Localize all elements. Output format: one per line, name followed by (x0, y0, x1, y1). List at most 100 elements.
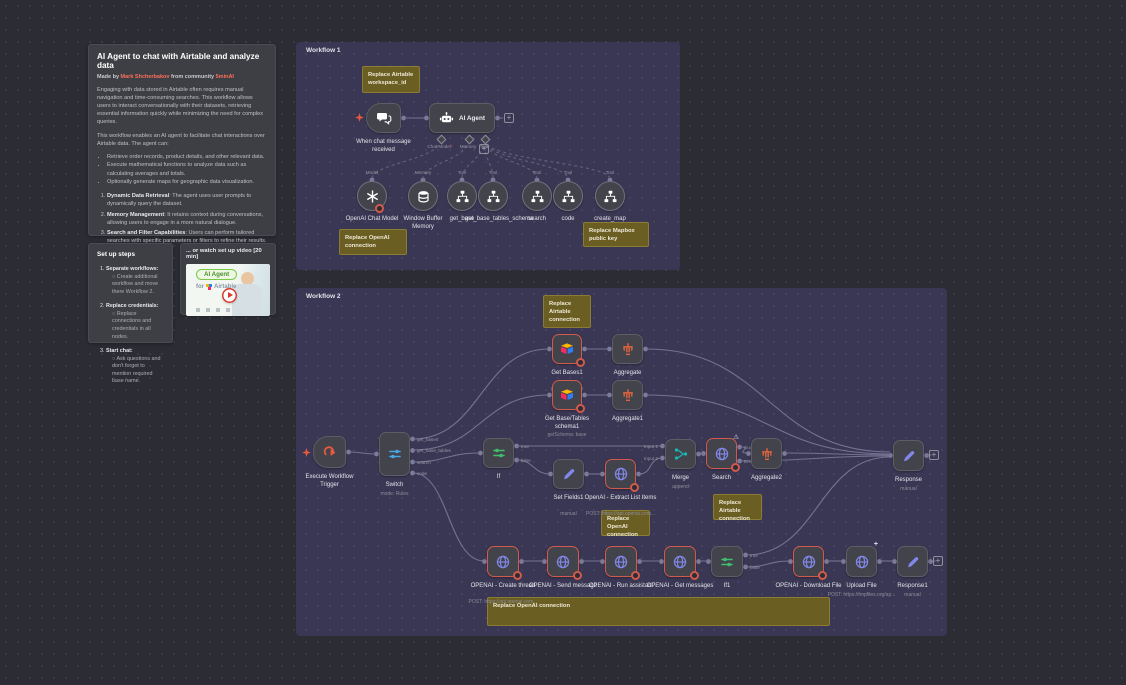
node-get-bases1[interactable] (552, 334, 582, 364)
input-port-label: Input 2 (598, 456, 658, 461)
setup-title: Set up steps (97, 251, 164, 258)
note-paragraph: This workflow enables an AI agent to fac… (97, 132, 267, 148)
port-label: Model (350, 170, 394, 175)
node-search[interactable] (522, 181, 552, 211)
tool-icon (486, 189, 501, 204)
output-port-label: get_bases (417, 437, 477, 442)
description-note[interactable]: AI Agent to chat with Airtable and analy… (88, 44, 276, 236)
globe-icon (854, 554, 870, 570)
numbered-item: Dynamic Data Retrieval: The agent uses u… (107, 192, 267, 208)
node-response1[interactable] (897, 546, 928, 577)
node-subtitle: mode: Rules (350, 491, 440, 497)
node-if[interactable] (483, 438, 514, 468)
node-openai-extract-list-items[interactable] (605, 459, 636, 489)
node-create-map[interactable] (595, 181, 625, 211)
node-get-base[interactable] (447, 181, 477, 211)
tool-icon (455, 189, 470, 204)
merge-icon (673, 446, 689, 462)
node-openai-run-assistant[interactable] (605, 546, 637, 577)
bullet-item: Execute mathematical functions to analyz… (107, 161, 267, 178)
warning-badge: ⚠ (733, 433, 739, 441)
airtable-icon (559, 341, 575, 357)
person-image (232, 284, 262, 316)
setup-steps-note[interactable]: Set up steps Separate workflows:○ Create… (88, 243, 173, 343)
if-icon (491, 445, 507, 461)
node-chat-trigger[interactable] (366, 103, 401, 133)
play-button-icon[interactable] (222, 288, 237, 303)
pencil-icon (561, 466, 577, 482)
node-get-base-tables-schema1[interactable] (552, 380, 582, 410)
node-openai-create-thread[interactable] (487, 546, 519, 577)
port-label: Tool (471, 170, 515, 175)
globe-icon (714, 446, 730, 462)
node-aggregate[interactable] (612, 334, 643, 364)
note-numbered-list: Dynamic Data Retrieval: The agent uses u… (97, 192, 267, 245)
node-label: OpenAI Chat Model (344, 216, 400, 224)
node-set-fields1[interactable] (553, 459, 584, 489)
bullet-item: Retrieve order records, product details,… (107, 153, 267, 161)
node-ai-agent[interactable]: AI Agent (429, 103, 495, 133)
node-upload-file[interactable]: + (846, 546, 877, 577)
node-if1[interactable] (711, 546, 743, 577)
node-openai-send-message[interactable] (547, 546, 579, 577)
add-tool-button[interactable]: + (479, 144, 489, 154)
tool-icon (561, 189, 576, 204)
issue-badge (573, 571, 582, 580)
add-node-button[interactable]: + (929, 450, 939, 460)
node-get-base-tables-schema[interactable] (478, 181, 508, 211)
node-label: get_base_tables_schema (465, 216, 521, 224)
sticky-note[interactable]: Replace Mapbox public key (583, 222, 649, 247)
node-label: Aggregate1 (600, 416, 656, 424)
sticky-note[interactable]: Replace Airtable workspace_id (362, 66, 420, 93)
sticky-note[interactable]: Replace Airtable connection (713, 494, 762, 520)
node-switch[interactable] (379, 432, 410, 476)
node-label: Get Base/Tables schema1 (538, 416, 596, 431)
workflow-canvas[interactable]: AI Agent to chat with Airtable and analy… (0, 0, 1126, 685)
add-node-button[interactable]: + (933, 556, 943, 566)
byline-prefix: Made by (97, 74, 121, 80)
issue-badge (513, 571, 522, 580)
node-label: Switch (367, 482, 423, 490)
video-thumbnail[interactable]: AI Agent for Airtable (186, 264, 270, 316)
node-execute-workflow-trigger[interactable] (313, 436, 346, 468)
node-aggregate2[interactable] (751, 438, 782, 469)
node-label: code (548, 216, 588, 224)
node-search[interactable]: ⚠ (706, 438, 737, 469)
video-note-title: ... or watch set up video [20 min] (186, 248, 270, 260)
note-title: AI Agent to chat with Airtable and analy… (97, 52, 267, 70)
sticky-note[interactable]: Replace Airtable connection (543, 295, 591, 328)
globe-icon (495, 554, 511, 570)
airtable-logo-icon (206, 284, 212, 290)
bullet-item: Optionally generate maps for geographic … (107, 178, 267, 186)
tool-icon (530, 189, 545, 204)
node-aggregate1[interactable] (612, 380, 643, 410)
video-note[interactable]: ... or watch set up video [20 min] AI Ag… (180, 243, 276, 315)
input-port-label: Input 1 (598, 444, 658, 449)
node-label: When chat message received (347, 139, 421, 154)
if-icon (719, 554, 735, 570)
node-openai-chat-model[interactable] (357, 181, 387, 211)
node-label: Window Buffer Memory (401, 216, 445, 231)
add-node-button[interactable]: + (504, 113, 514, 123)
node-openai-download-file[interactable] (793, 546, 824, 577)
node-subtitle: POST: https://api.openai.com... (576, 511, 666, 517)
airtable-icon (559, 387, 575, 403)
node-openai-get-messages[interactable] (664, 546, 696, 577)
aggregate-icon (759, 446, 775, 462)
author-link[interactable]: Mark Shcherbakov (121, 74, 170, 80)
node-label: If (471, 474, 527, 482)
sticky-note[interactable]: Replace OpenAI connection (339, 229, 407, 255)
community-link[interactable]: 5minAI (216, 74, 234, 80)
node-code[interactable] (553, 181, 583, 211)
pin-badge: + (874, 541, 878, 548)
node-label: Execute Workflow Trigger (298, 474, 362, 489)
node-label: create_map (588, 216, 632, 224)
node-merge[interactable] (665, 439, 696, 469)
workflow-zone-title: Workflow 2 (306, 293, 341, 300)
pencil-icon (905, 554, 921, 570)
globe-icon (613, 466, 629, 482)
robot-icon (439, 111, 454, 126)
node-window-buffer-memory[interactable] (408, 181, 438, 211)
byline-mid: from community (169, 74, 215, 80)
node-response[interactable] (893, 440, 924, 471)
